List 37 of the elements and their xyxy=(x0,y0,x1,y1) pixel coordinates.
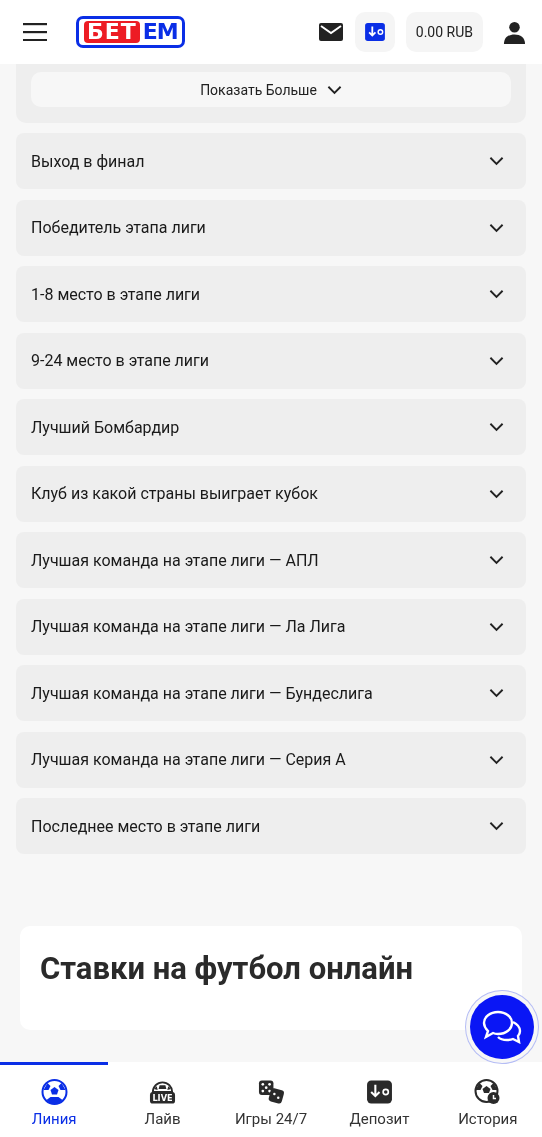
chevron-down-icon xyxy=(489,488,504,499)
chevron-down-icon xyxy=(489,621,504,632)
seo-title: Ставки на футбол онлайн xyxy=(40,949,414,989)
chat-bubbles-icon xyxy=(482,1010,522,1044)
market-row[interactable]: Лучшая команда на этапе лиги — АПЛ xyxy=(16,532,526,588)
ball-clock-icon xyxy=(474,1079,502,1105)
market-row[interactable]: Лучшая команда на этапе лиги — Ла Лига xyxy=(16,598,526,655)
chevron-down-icon xyxy=(489,821,504,831)
market-row[interactable]: Победитель этапа лиги xyxy=(16,199,526,256)
user-icon[interactable] xyxy=(503,20,526,44)
chevron-down-icon xyxy=(489,222,504,233)
chevron-down-icon xyxy=(489,355,504,366)
chevron-down-icon xyxy=(489,555,504,565)
chevron-down-icon xyxy=(326,84,342,95)
show-more-button[interactable]: Показать Больше xyxy=(31,72,511,107)
menu-icon[interactable] xyxy=(23,23,47,41)
chevron-down-icon xyxy=(489,289,504,299)
market-row[interactable]: Лучшая команда на этапе лиги — Бундеслига xyxy=(16,665,526,721)
market-row[interactable]: Лучшая команда на этапе лиги — Серия А xyxy=(16,731,526,788)
chevron-down-icon xyxy=(489,688,504,698)
wallet-icon xyxy=(364,23,385,41)
market-row[interactable]: 1-8 место в этапе лиги xyxy=(16,266,526,322)
chevron-down-icon xyxy=(489,156,504,166)
deposit-button[interactable] xyxy=(354,12,395,52)
market-row[interactable]: Лучший Бомбардир xyxy=(16,399,526,455)
market-row[interactable]: Клуб из какой страны выиграет кубок xyxy=(16,465,526,522)
chevron-down-icon xyxy=(489,754,504,765)
market-row[interactable]: 9-24 место в этапе лиги xyxy=(16,332,526,389)
market-row[interactable]: Последнее место в этапе лиги xyxy=(16,798,526,854)
market-row[interactable]: Выход в финал xyxy=(16,133,526,189)
dice-icon xyxy=(257,1079,285,1105)
wallet-icon xyxy=(365,1079,393,1105)
logo[interactable]: БЕТ ЕМ xyxy=(76,16,185,48)
mail-icon[interactable] xyxy=(318,23,343,41)
balance-button[interactable]: 0.00 RUB xyxy=(405,12,483,52)
soccer-ball-icon xyxy=(40,1079,68,1105)
chevron-down-icon xyxy=(489,422,504,432)
